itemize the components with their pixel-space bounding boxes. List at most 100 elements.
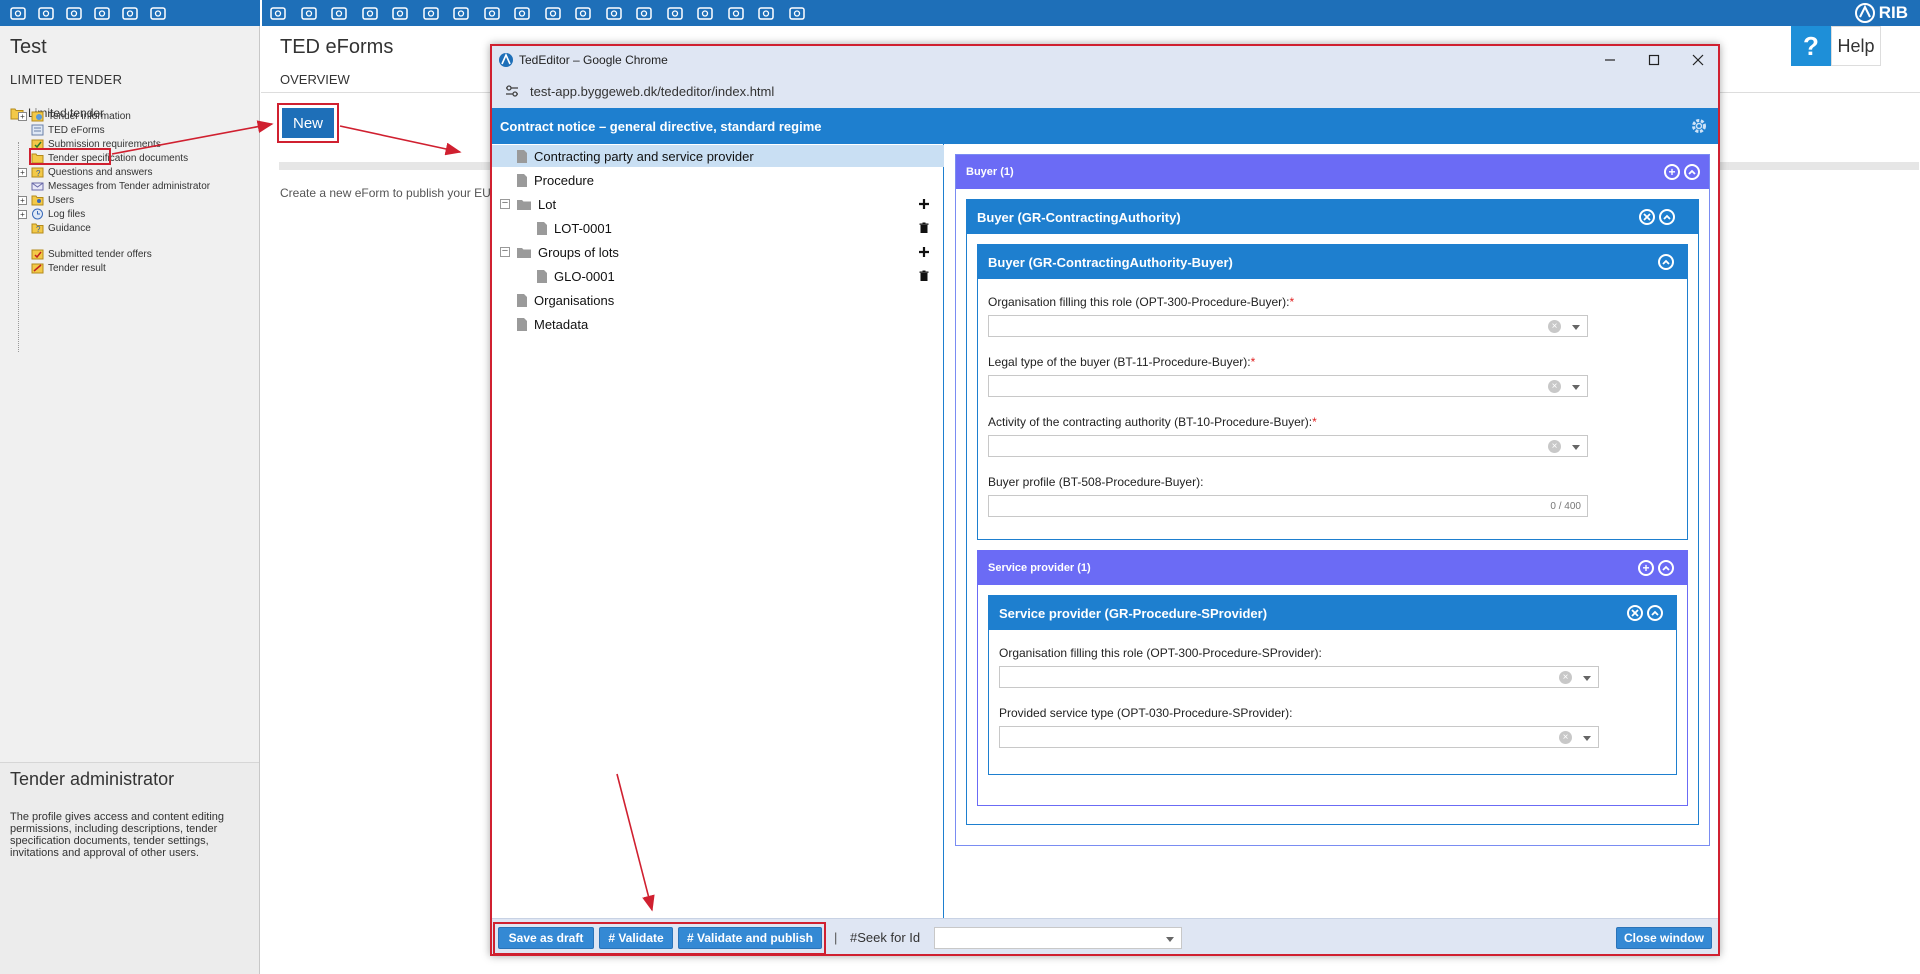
collapse-circle-icon[interactable] bbox=[1659, 209, 1675, 225]
toolbar-action-6-icon[interactable] bbox=[421, 4, 441, 22]
clear-icon[interactable]: × bbox=[1548, 440, 1561, 453]
tree-item-ted-eforms[interactable]: TED eForms bbox=[18, 123, 105, 137]
toolbar-action-9-icon[interactable] bbox=[512, 4, 532, 22]
clear-icon[interactable]: × bbox=[1559, 671, 1572, 684]
chevron-down-icon[interactable] bbox=[1166, 937, 1174, 942]
toolbar-tool-2-icon[interactable] bbox=[36, 4, 56, 22]
tree-node-lot[interactable]: Lot bbox=[516, 193, 556, 215]
expand-toggle[interactable]: + bbox=[18, 167, 27, 177]
close-icon bbox=[1631, 609, 1639, 617]
help-button[interactable]: ? Help bbox=[1791, 26, 1881, 66]
toolbar-action-1-icon[interactable] bbox=[268, 4, 288, 22]
chevron-down-icon[interactable] bbox=[1572, 445, 1580, 450]
toolbar-tool-3-icon[interactable] bbox=[64, 4, 84, 22]
chevron-down-icon[interactable] bbox=[1572, 325, 1580, 330]
submitted-offers-icon bbox=[31, 249, 44, 260]
collapse-toggle[interactable]: − bbox=[500, 246, 510, 257]
clear-icon[interactable]: × bbox=[1548, 380, 1561, 393]
toolbar-action-14-icon[interactable] bbox=[665, 4, 685, 22]
collapse-toggle[interactable]: − bbox=[500, 198, 510, 209]
org-role-select[interactable]: × bbox=[988, 315, 1588, 337]
char-counter: 0 / 400 bbox=[1550, 501, 1581, 512]
legal-type-select[interactable]: × bbox=[988, 375, 1588, 397]
clear-icon[interactable]: × bbox=[1559, 731, 1572, 744]
tree-item-guidance[interactable]: ? Guidance bbox=[18, 221, 91, 235]
toolbar-tool-1-icon[interactable] bbox=[8, 4, 28, 22]
maximize-button[interactable] bbox=[1644, 50, 1664, 70]
help-icon: ? bbox=[1791, 26, 1831, 66]
seek-id-label: #Seek for Id bbox=[850, 930, 921, 945]
tree-item-tender-information[interactable]: + Tender information bbox=[18, 109, 131, 123]
toolbar-action-5-icon[interactable] bbox=[390, 4, 410, 22]
toolbar-action-4-icon[interactable] bbox=[360, 4, 380, 22]
sp-org-role-select[interactable]: × bbox=[999, 666, 1599, 688]
toolbar-tool-5-icon[interactable] bbox=[120, 4, 140, 22]
buyer-profile-input[interactable]: 0 / 400 bbox=[988, 495, 1588, 517]
site-settings-icon[interactable] bbox=[504, 84, 520, 98]
tree-node-lot-0001[interactable]: LOT-0001 bbox=[536, 217, 612, 239]
toolbar-tool-6-icon[interactable] bbox=[148, 4, 168, 22]
tree-item-tender-result[interactable]: Tender result bbox=[18, 261, 106, 275]
window-titlebar[interactable]: TedEditor – Google Chrome bbox=[492, 46, 1718, 74]
clear-icon[interactable]: × bbox=[1548, 320, 1561, 333]
close-window-button[interactable] bbox=[1688, 50, 1708, 70]
collapse-circle-icon[interactable] bbox=[1684, 164, 1700, 180]
toolbar-action-13-icon[interactable] bbox=[634, 4, 654, 22]
add-lot-icon[interactable] bbox=[918, 198, 930, 210]
collapse-circle-icon[interactable] bbox=[1658, 254, 1674, 270]
chevron-down-icon[interactable] bbox=[1583, 676, 1591, 681]
remove-circle-icon[interactable] bbox=[1639, 209, 1655, 225]
toolbar-action-17-icon[interactable] bbox=[756, 4, 776, 22]
toolbar-tool-4-icon[interactable] bbox=[92, 4, 112, 22]
sp-service-type-label: Provided service type (OPT-030-Procedure… bbox=[999, 706, 1293, 720]
guidance-icon: ? bbox=[31, 223, 44, 234]
sp-service-type-select[interactable]: × bbox=[999, 726, 1599, 748]
toolbar-action-2-icon[interactable] bbox=[299, 4, 319, 22]
add-group-icon[interactable] bbox=[918, 246, 930, 258]
trash-icon[interactable] bbox=[918, 270, 930, 282]
toolbar-action-15-icon[interactable] bbox=[695, 4, 715, 22]
tree-node-procedure[interactable]: Procedure bbox=[516, 169, 594, 191]
activity-select[interactable]: × bbox=[988, 435, 1588, 457]
tree-node-label: Lot bbox=[538, 196, 557, 212]
chevron-down-icon[interactable] bbox=[1583, 736, 1591, 741]
folder-icon bbox=[517, 199, 531, 210]
toolbar-action-12-icon[interactable] bbox=[604, 4, 624, 22]
toolbar-action-11-icon[interactable] bbox=[573, 4, 593, 22]
service-provider-group-header: Service provider (1) + bbox=[978, 551, 1687, 585]
add-circle-icon[interactable]: + bbox=[1638, 560, 1654, 576]
new-button[interactable]: New bbox=[277, 103, 339, 143]
seek-id-select[interactable] bbox=[934, 927, 1182, 949]
tree-item-users[interactable]: + Users bbox=[18, 193, 74, 207]
toolbar-action-10-icon[interactable] bbox=[543, 4, 563, 22]
toolbar-action-8-icon[interactable] bbox=[482, 4, 502, 22]
address-bar[interactable]: test-app.byggeweb.dk/tededitor/index.htm… bbox=[492, 74, 1718, 108]
toolbar-action-18-icon[interactable] bbox=[787, 4, 807, 22]
page-description: Create a new eForm to publish your EU bbox=[280, 186, 491, 200]
tree-node-metadata[interactable]: Metadata bbox=[516, 313, 588, 335]
gear-icon[interactable] bbox=[1690, 117, 1708, 135]
tree-node-organisations[interactable]: Organisations bbox=[516, 289, 614, 311]
expand-toggle[interactable]: + bbox=[18, 195, 27, 205]
chevron-down-icon[interactable] bbox=[1572, 385, 1580, 390]
add-circle-icon[interactable]: + bbox=[1664, 164, 1680, 180]
toolbar-action-3-icon[interactable] bbox=[329, 4, 349, 22]
collapse-circle-icon[interactable] bbox=[1658, 560, 1674, 576]
minimize-button[interactable] bbox=[1600, 50, 1620, 70]
tree-node-groups-of-lots[interactable]: Groups of lots bbox=[516, 241, 619, 263]
collapse-circle-icon[interactable] bbox=[1647, 605, 1663, 621]
tree-item-questions-answers[interactable]: + ? Questions and answers bbox=[18, 165, 153, 179]
toolbar-action-16-icon[interactable] bbox=[726, 4, 746, 22]
tree-item-messages[interactable]: Messages from Tender administrator bbox=[18, 179, 210, 193]
expand-toggle[interactable]: + bbox=[18, 111, 27, 121]
expand-toggle[interactable]: + bbox=[18, 209, 27, 219]
tree-node-glo-0001[interactable]: GLO-0001 bbox=[536, 265, 615, 287]
tree-node-label: Metadata bbox=[534, 316, 589, 332]
tree-node-contracting-party[interactable]: Contracting party and service provider bbox=[492, 145, 944, 167]
tree-item-submitted-offers[interactable]: Submitted tender offers bbox=[18, 247, 152, 261]
remove-circle-icon[interactable] bbox=[1627, 605, 1643, 621]
tree-item-log-files[interactable]: + Log files bbox=[18, 207, 85, 221]
toolbar-action-7-icon[interactable] bbox=[451, 4, 471, 22]
trash-icon[interactable] bbox=[918, 222, 930, 234]
close-window-text-button[interactable]: Close window bbox=[1616, 927, 1712, 949]
